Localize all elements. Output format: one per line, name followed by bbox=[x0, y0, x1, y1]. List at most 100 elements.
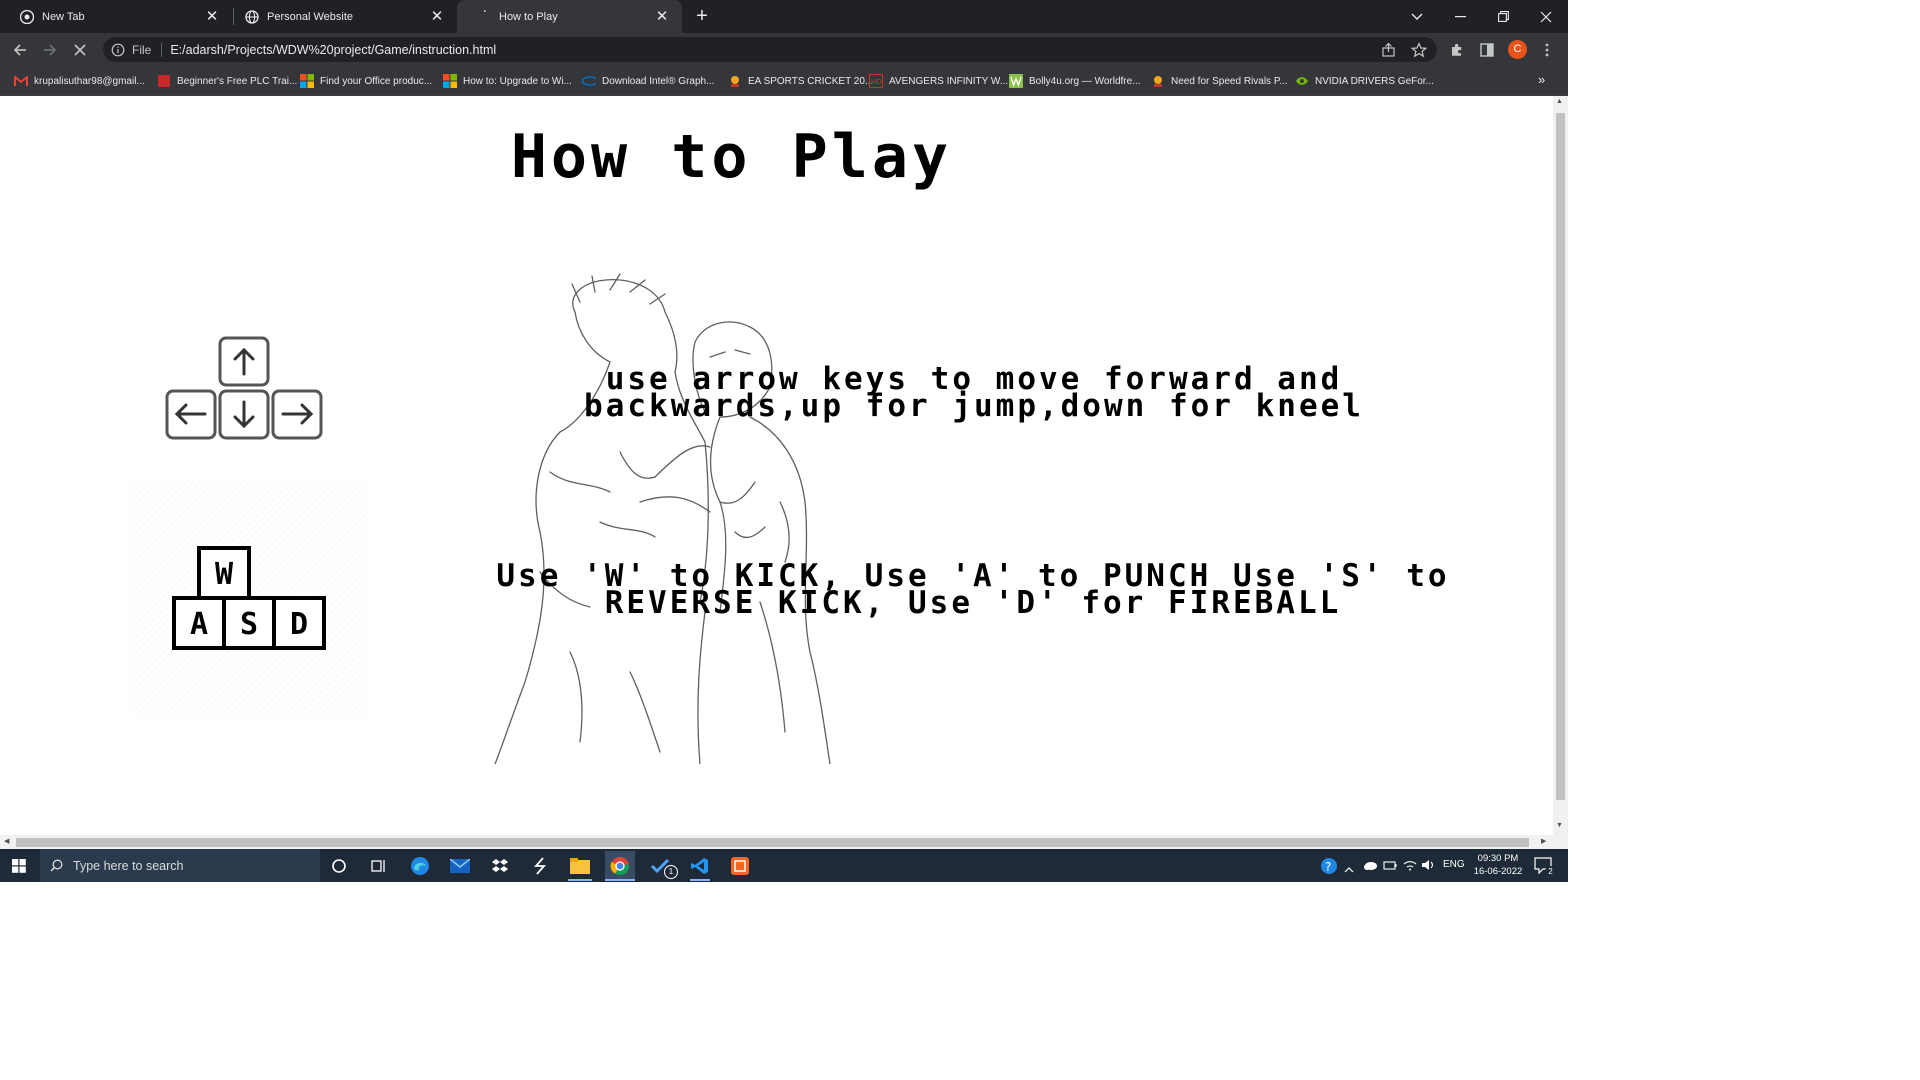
bookmark-item[interactable]: HD AVENGERS INFINITY W... bbox=[869, 72, 1008, 90]
side-panel-icon[interactable] bbox=[1473, 33, 1501, 66]
bookmark-item[interactable]: Beginner's Free PLC Trai... bbox=[157, 72, 297, 90]
bookmark-item[interactable]: krupalisuthar98@gmail... bbox=[14, 72, 145, 90]
lightning-app-icon[interactable] bbox=[525, 853, 555, 879]
game-icon bbox=[728, 74, 742, 88]
profile-avatar[interactable]: C bbox=[1508, 40, 1527, 59]
wasd-instruction: Use 'W' to KICK, Use 'A' to PUNCH Use 'S… bbox=[496, 558, 1450, 621]
wasd-keys-icon: W A S D bbox=[130, 481, 366, 717]
tab-new-tab[interactable]: New Tab ✕ bbox=[0, 0, 232, 33]
new-tab-button[interactable]: + bbox=[692, 6, 712, 26]
tab-title: How to Play bbox=[499, 10, 558, 23]
bookmark-label: Need for Speed Rivals P... bbox=[1171, 75, 1288, 87]
share-icon[interactable] bbox=[1381, 42, 1397, 58]
search-icon bbox=[50, 859, 63, 872]
key-s-label: S bbox=[240, 607, 258, 642]
edge-browser-icon[interactable] bbox=[405, 853, 435, 879]
address-bar[interactable]: File E:/adarsh/Projects/WDW%20project/Ga… bbox=[103, 37, 1437, 62]
bookmark-item[interactable]: Need for Speed Rivals P... bbox=[1151, 72, 1288, 90]
loading-icon bbox=[477, 9, 491, 24]
language-indicator[interactable]: ENG bbox=[1443, 859, 1465, 870]
close-tab-icon[interactable]: ✕ bbox=[654, 8, 670, 25]
svg-text:HD: HD bbox=[871, 78, 882, 86]
w-icon bbox=[1009, 74, 1023, 88]
arrow-keys-instruction: use arrow keys to move forward and backw… bbox=[584, 361, 1364, 424]
app-orange-icon[interactable] bbox=[725, 853, 755, 879]
bookmark-item[interactable]: How to: Upgrade to Wi... bbox=[443, 72, 572, 90]
url-text[interactable]: E:/adarsh/Projects/WDW%20project/Game/in… bbox=[170, 43, 496, 57]
onedrive-icon[interactable] bbox=[1362, 858, 1378, 876]
cortana-icon[interactable] bbox=[324, 853, 354, 879]
info-icon[interactable] bbox=[111, 43, 125, 57]
chevron-up-icon[interactable] bbox=[1344, 860, 1354, 878]
tab-title: New Tab bbox=[42, 10, 85, 23]
tab-title: Personal Website bbox=[267, 10, 354, 23]
tab-how-to-play[interactable]: How to Play ✕ bbox=[457, 0, 682, 33]
search-placeholder: Type here to search bbox=[73, 858, 184, 873]
close-tab-icon[interactable]: ✕ bbox=[429, 8, 445, 25]
task-view-icon[interactable] bbox=[364, 853, 394, 879]
active-indicator bbox=[605, 879, 635, 881]
scroll-down-icon[interactable]: ▼ bbox=[1556, 822, 1563, 829]
bookmark-item[interactable]: EA SPORTS CRICKET 20... bbox=[728, 72, 873, 90]
vscode-icon[interactable] bbox=[685, 853, 715, 879]
page-title: How to Play bbox=[510, 122, 953, 192]
globe-icon bbox=[245, 9, 259, 24]
clock[interactable]: 09:30 PM 16-06-2022 bbox=[1470, 852, 1526, 878]
browser-toolbar: File E:/adarsh/Projects/WDW%20project/Ga… bbox=[0, 33, 1568, 66]
wifi-icon[interactable] bbox=[1403, 858, 1417, 876]
dropbox-icon[interactable] bbox=[485, 853, 515, 879]
key-a-label: A bbox=[190, 607, 208, 642]
help-icon[interactable]: ? bbox=[1314, 853, 1344, 879]
taskbar-search-box[interactable]: Type here to search bbox=[40, 849, 320, 882]
stop-loading-button[interactable] bbox=[66, 33, 94, 66]
wasd-keys-panel: W A S D bbox=[130, 481, 366, 717]
todo-badge: 1 bbox=[664, 865, 678, 879]
close-tab-icon[interactable]: ✕ bbox=[204, 8, 220, 25]
bookmark-label: Download Intel® Graph... bbox=[602, 75, 715, 87]
bookmark-label: Find your Office produc... bbox=[320, 75, 433, 87]
menu-kebab-icon[interactable] bbox=[1533, 33, 1561, 66]
close-window-button[interactable] bbox=[1525, 0, 1567, 33]
bookmark-star-icon[interactable] bbox=[1410, 42, 1428, 58]
tab-personal-website[interactable]: Personal Website ✕ bbox=[225, 0, 457, 33]
scroll-up-icon[interactable]: ▲ bbox=[1556, 98, 1563, 105]
bookmark-label: krupalisuthar98@gmail... bbox=[34, 75, 145, 87]
hd-icon: HD bbox=[869, 74, 883, 88]
restore-button[interactable] bbox=[1482, 0, 1524, 33]
back-button[interactable] bbox=[6, 33, 34, 66]
forward-button[interactable] bbox=[36, 33, 64, 66]
extensions-icon[interactable] bbox=[1443, 33, 1471, 66]
bookmark-label: How to: Upgrade to Wi... bbox=[463, 75, 572, 87]
url-scheme-label: File bbox=[132, 42, 152, 57]
bookmark-item[interactable]: Find your Office produc... bbox=[300, 72, 432, 90]
bookmark-item[interactable]: NVIDIA DRIVERS GeFor... bbox=[1295, 72, 1434, 90]
bookmark-item[interactable]: Bolly4u.org — Worldfre... bbox=[1009, 72, 1141, 90]
running-indicator bbox=[568, 879, 592, 881]
bookmark-label: Beginner's Free PLC Trai... bbox=[177, 75, 298, 87]
vertical-scroll-thumb[interactable] bbox=[1556, 113, 1565, 800]
game-icon bbox=[1151, 74, 1165, 88]
microsoft-icon bbox=[443, 74, 457, 88]
chrome-taskbar-icon[interactable] bbox=[605, 851, 635, 880]
bookmark-label: Bolly4u.org — Worldfre... bbox=[1029, 75, 1141, 87]
bookmark-item[interactable]: Download Intel® Graph... bbox=[582, 72, 714, 90]
file-explorer-icon[interactable] bbox=[565, 853, 595, 879]
tab-search-icon[interactable] bbox=[1396, 0, 1438, 33]
scroll-right-icon[interactable]: ▶ bbox=[1541, 837, 1546, 845]
battery-icon[interactable] bbox=[1383, 858, 1397, 876]
mail-icon[interactable] bbox=[445, 853, 475, 879]
page-viewport: How to Play W A S D use arrow keys to mo… bbox=[0, 96, 1553, 835]
arrow-keys-icon bbox=[165, 336, 323, 440]
more-bookmarks-icon[interactable]: » bbox=[1538, 72, 1545, 87]
scroll-left-icon[interactable]: ◀ bbox=[4, 837, 9, 845]
fighters-sketch-illustration bbox=[494, 273, 831, 764]
intel-icon bbox=[582, 74, 596, 88]
volume-icon[interactable] bbox=[1421, 858, 1435, 876]
start-button[interactable] bbox=[4, 853, 34, 879]
divider bbox=[161, 42, 163, 57]
horizontal-scroll-thumb[interactable] bbox=[16, 838, 1529, 847]
running-indicator bbox=[690, 879, 710, 881]
minimize-button[interactable] bbox=[1439, 0, 1481, 33]
notification-count: 2 bbox=[1545, 866, 1556, 877]
svg-text:?: ? bbox=[1325, 860, 1331, 874]
